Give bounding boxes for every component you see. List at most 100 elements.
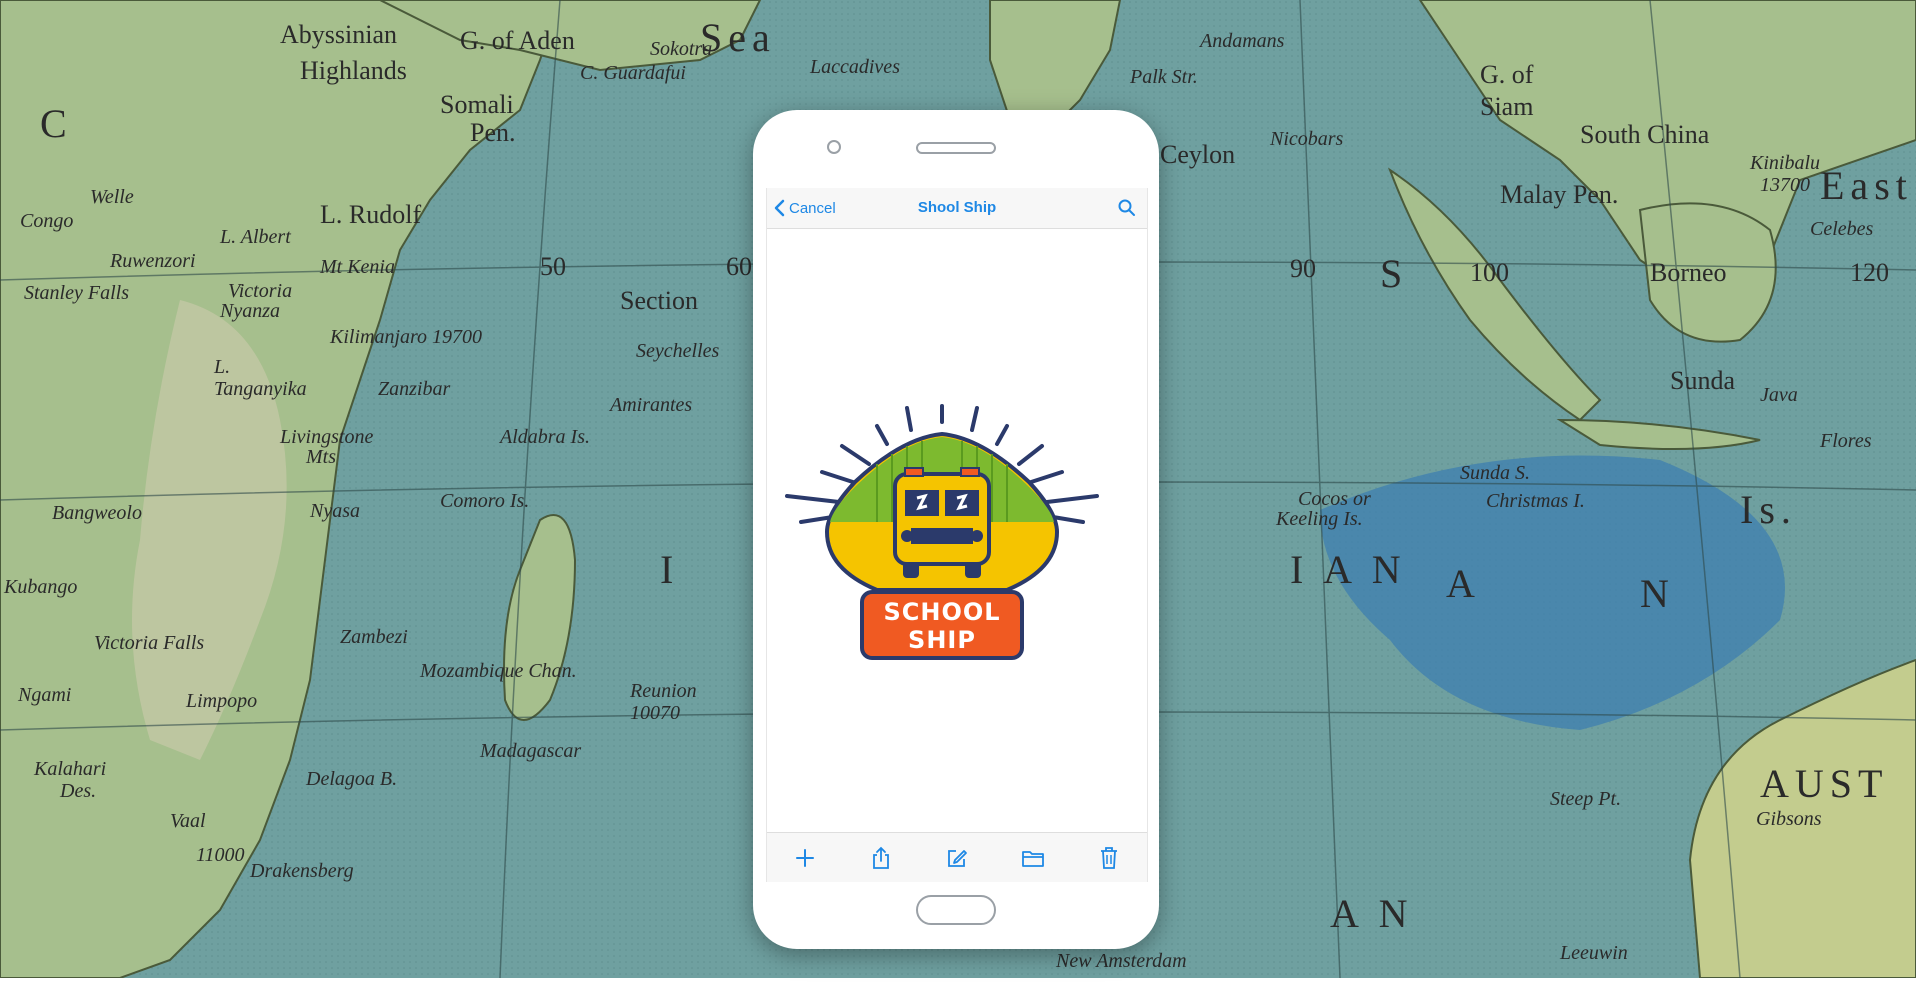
search-button[interactable]: [1117, 198, 1137, 218]
map-label: Sunda: [1670, 366, 1735, 395]
map-label: 60: [726, 252, 752, 281]
map-label: Zanzibar: [378, 378, 451, 400]
map-label: Kilimanjaro 19700: [330, 326, 483, 348]
phone-screen: Cancel Shool Ship SCHOOL SHIP: [766, 188, 1148, 882]
speaker-grille: [916, 142, 996, 154]
chevron-left-icon: [774, 199, 785, 217]
map-label: 10070: [630, 702, 680, 724]
map-label: I A N: [1290, 547, 1407, 592]
map-label: AUST: [1760, 761, 1889, 806]
map-label: Is.: [1740, 487, 1797, 532]
map-label: Vaal: [170, 810, 206, 832]
share-icon: [873, 846, 889, 869]
map-label: 11000: [196, 844, 245, 866]
map-label: Somali: [440, 90, 514, 119]
map-label: Section: [620, 286, 698, 315]
map-label: Nyanza: [220, 300, 280, 322]
map-label: A: [1446, 561, 1481, 606]
map-label: Leeuwin: [1560, 942, 1628, 964]
map-label: Nicobars: [1270, 128, 1344, 150]
map-label: C: [40, 101, 73, 146]
trash-icon: [1101, 847, 1117, 869]
folder-button[interactable]: [1019, 844, 1047, 872]
map-label: Celebes: [1810, 218, 1874, 240]
map-label: Madagascar: [480, 740, 582, 762]
map-label: I: [660, 547, 680, 592]
map-label: Andamans: [1200, 30, 1285, 52]
map-label: Highlands: [300, 56, 407, 85]
logo-text-line1: SCHOOL: [883, 598, 1000, 626]
map-label: Aldabra Is.: [500, 426, 590, 448]
map-label: Laccadives: [810, 56, 900, 78]
map-label: Mozambique Chan.: [420, 660, 577, 682]
map-label: Pen.: [470, 118, 516, 147]
map-label: Ruwenzori: [110, 250, 196, 272]
document-content: SCHOOL SHIP: [767, 229, 1147, 832]
map-label: G. of: [1480, 60, 1534, 89]
map-label: Welle: [90, 186, 134, 208]
map-label: L.: [214, 356, 231, 378]
map-label: Ceylon: [1160, 140, 1236, 169]
map-label: Java: [1760, 384, 1798, 406]
map-label: Amirantes: [610, 394, 693, 416]
bus-icon: [893, 467, 991, 578]
map-label: East: [1820, 163, 1913, 208]
map-label: Congo: [20, 210, 74, 232]
map-label: Seychelles: [636, 340, 720, 362]
phone-mockup: Cancel Shool Ship SCHOOL SHIP: [753, 110, 1159, 949]
map-label: New Amsterdam: [1056, 950, 1187, 972]
map-label: S: [1380, 251, 1409, 296]
map-label: Sea: [700, 15, 776, 60]
compose-icon: [948, 850, 967, 867]
map-label: Victoria Falls: [94, 632, 205, 654]
cancel-label: Cancel: [789, 199, 836, 217]
add-button[interactable]: [791, 844, 819, 872]
map-label: Flores: [1820, 430, 1872, 452]
map-label: Stanley Falls: [24, 282, 129, 304]
map-label: Tanganyika: [214, 378, 307, 400]
map-label: N: [1640, 571, 1675, 616]
map-label: Christmas I.: [1486, 490, 1585, 512]
search-icon: [1118, 199, 1135, 216]
cancel-button[interactable]: Cancel: [773, 196, 836, 220]
map-label: 90: [1290, 254, 1316, 283]
map-label: Mt Kenia: [320, 256, 395, 278]
map-label: Kinibalu: [1750, 152, 1821, 174]
map-label: Palk Str.: [1130, 66, 1198, 88]
home-button[interactable]: [916, 895, 996, 925]
map-label: 50: [540, 252, 566, 281]
plus-icon: [796, 849, 814, 867]
map-label: Reunion: [630, 680, 697, 702]
delete-button[interactable]: [1095, 844, 1123, 872]
logo-text-line2: SHIP: [908, 626, 976, 654]
map-label: Delagoa B.: [306, 768, 398, 790]
bottom-toolbar: [767, 832, 1147, 882]
map-label: 100: [1470, 258, 1509, 287]
map-label: Abyssinian: [280, 20, 397, 49]
folder-icon: [1022, 851, 1044, 867]
navigation-bar: Cancel Shool Ship: [767, 188, 1147, 229]
map-label: L. Rudolf: [320, 200, 422, 229]
map-label: Kubango: [4, 576, 78, 598]
map-label: Ngami: [18, 684, 72, 706]
map-label: Comoro Is.: [440, 490, 530, 512]
map-label: 120: [1850, 258, 1889, 287]
camera-icon: [827, 140, 841, 154]
map-label: Nyasa: [310, 500, 360, 522]
map-label: Zambezi: [340, 626, 408, 648]
map-label: Bangweolo: [52, 502, 142, 524]
map-label: South China: [1580, 120, 1710, 149]
map-label: Malay Pen.: [1500, 180, 1619, 209]
map-label: A N: [1330, 891, 1414, 936]
page-title: Shool Ship: [917, 199, 997, 216]
map-label: Sunda S.: [1460, 462, 1530, 484]
share-button[interactable]: [867, 844, 895, 872]
school-ship-logo: SCHOOL SHIP: [785, 404, 1099, 660]
map-label: L. Albert: [220, 226, 291, 248]
map-label: C. Guardafui: [580, 62, 686, 84]
map-label: Des.: [60, 780, 97, 802]
edit-button[interactable]: [943, 844, 971, 872]
map-label: Steep Pt.: [1550, 788, 1622, 810]
map-label: Gibsons: [1756, 808, 1822, 830]
map-label: G. of Aden: [460, 26, 575, 55]
